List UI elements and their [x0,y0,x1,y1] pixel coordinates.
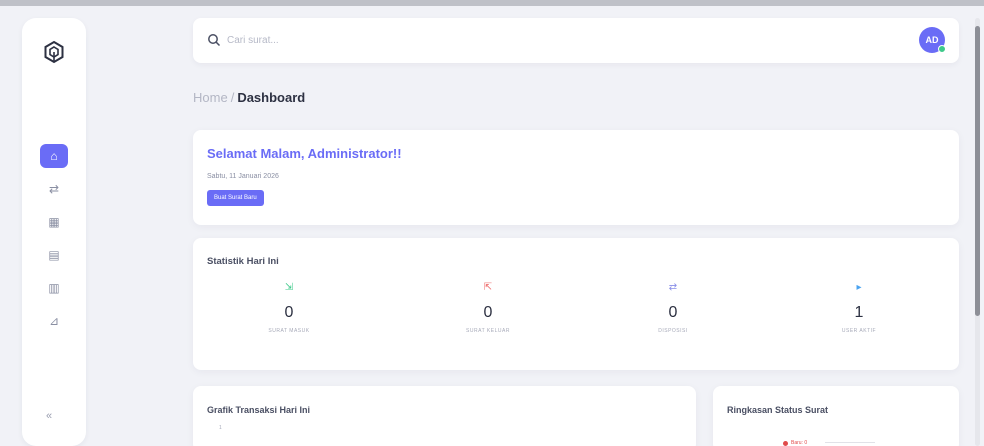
legend-new[interactable]: Baru: 0 [783,440,807,446]
stat-label: USER AKTIF [841,328,877,334]
stats-title: Statistik Hari Ini [207,256,279,267]
sidebar-item-dashboard[interactable]: ⌂ [40,144,68,168]
report-icon: ⊿ [48,314,60,328]
stat-disposition: ⇄ 0 DISPOSISI [603,282,743,334]
sidebar-item-gallery[interactable]: ▤ [40,243,68,267]
sidebar-nav: ⌂ ⇄ ▦ ▤ ▥ ⊿ [40,144,68,342]
breadcrumb-separator: / [230,90,235,105]
search-icon [208,34,221,47]
hexagon-logo-icon[interactable] [42,40,66,64]
stat-value: 0 [483,304,493,321]
archive-icon: ▥ [48,281,60,295]
stat-incoming: ⇲ 0 SURAT MASUK [219,282,359,334]
welcome-date: Sabtu, 11 Januari 2026 [207,173,279,180]
stat-label: SURAT KELUAR [466,328,510,334]
breadcrumb: Home / Dashboard [193,90,305,105]
page-title: Dashboard [237,90,306,105]
calendar-icon: ▦ [48,215,60,229]
app-frame: ⌂ ⇄ ▦ ▤ ▥ ⊿ « AD [0,0,984,446]
stat-value: 0 [668,304,678,321]
create-letter-button[interactable]: Buat Surat Baru [207,190,264,206]
transactions-chart-card: Grafik Transaksi Hari Ini 1 [193,386,696,446]
breadcrumb-home-link[interactable]: Home [193,90,228,105]
scrollbar-thumb[interactable] [975,26,980,316]
layers-icon: ▤ [48,248,60,262]
legend-divider [825,442,875,446]
stat-outgoing: ⇱ 0 SURAT KELUAR [418,282,558,334]
chart-y-tick: 1 [219,425,222,431]
sidebar: ⌂ ⇄ ▦ ▤ ▥ ⊿ « [22,18,86,446]
welcome-title: Selamat Malam, Administrator!! [207,146,402,161]
home-icon: ⌂ [50,149,58,163]
sidebar-item-transactions[interactable]: ⇄ [40,177,68,201]
outbox-icon: ⇱ [483,282,493,293]
disposition-icon: ⇄ [668,282,678,293]
stat-active-users: ▸ 1 USER AKTIF [789,282,929,334]
inbox-icon: ⇲ [284,282,294,293]
avatar[interactable]: AD [919,27,946,53]
user-icon: ▸ [856,282,862,293]
welcome-card: Selamat Malam, Administrator!! Sabtu, 11… [193,130,959,225]
avatar-initials: AD [925,35,939,45]
status-summary-card: Ringkasan Status Surat Baru: 0 [713,386,959,446]
summary-title: Ringkasan Status Surat [727,405,829,415]
stat-value: 0 [284,304,294,321]
sidebar-item-agenda[interactable]: ▦ [40,210,68,234]
search-input[interactable] [227,31,527,49]
sidebar-item-archive[interactable]: ▥ [40,276,68,300]
stat-label: DISPOSISI [658,328,688,334]
stat-label: SURAT MASUK [268,328,310,334]
collapse-sidebar-icon[interactable]: « [46,410,52,422]
stat-value: 1 [854,304,864,321]
swap-arrows-icon: ⇄ [48,182,60,196]
online-status-dot [938,45,946,53]
sidebar-item-reports[interactable]: ⊿ [40,309,68,333]
legend-label: Baru: 0 [791,440,808,446]
stats-card: Statistik Hari Ini ⇲ 0 SURAT MASUK ⇱ 0 S… [193,238,959,370]
page-scrollbar[interactable] [975,18,980,446]
topbar: AD [193,18,959,63]
legend-dot [783,440,788,446]
chart-title: Grafik Transaksi Hari Ini [207,405,311,415]
